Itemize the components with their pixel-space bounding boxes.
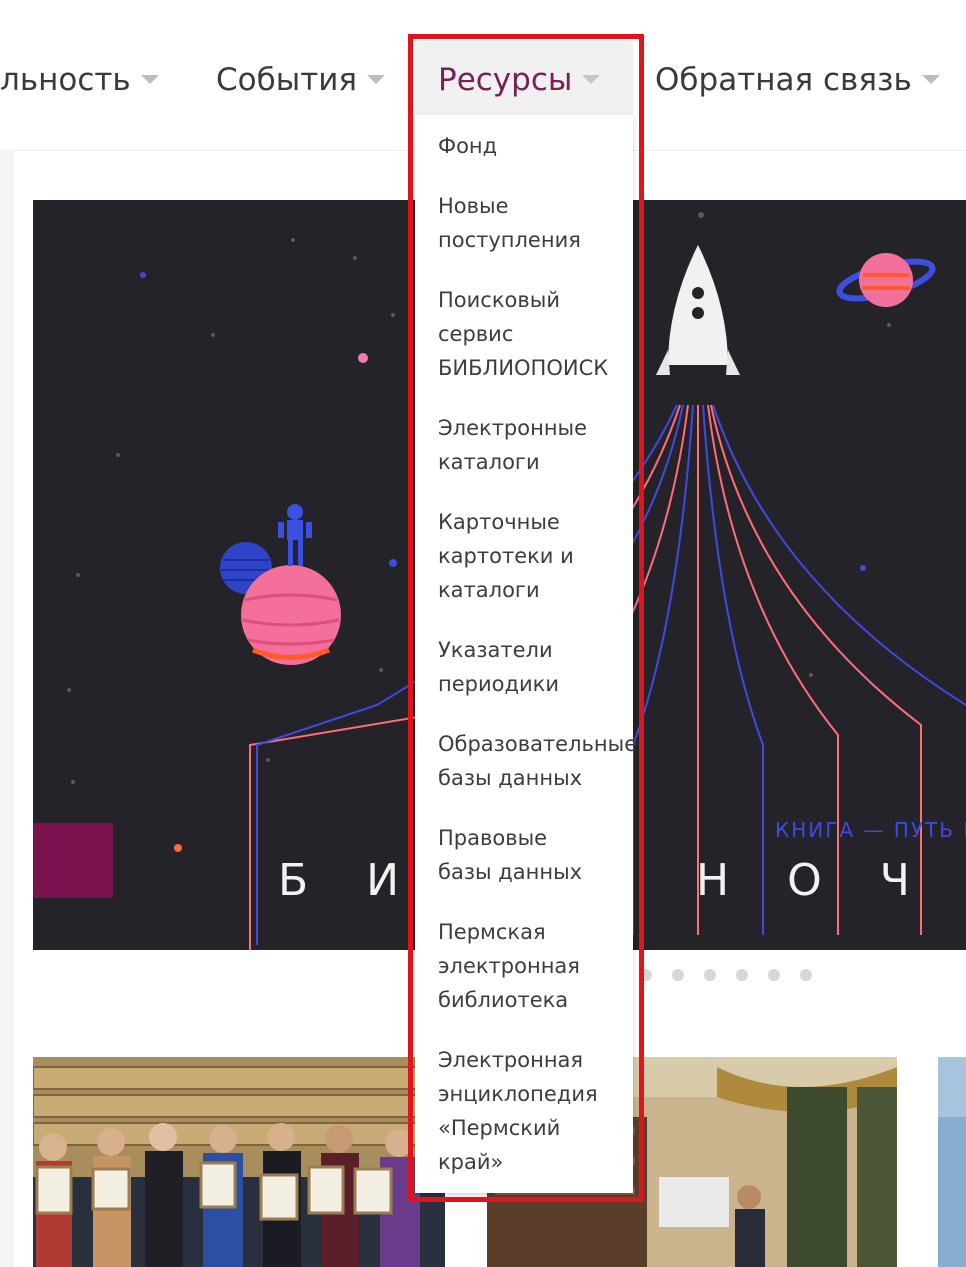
nav-item-resources[interactable]: Ресурсы (438, 56, 601, 100)
slider-dot[interactable] (800, 969, 812, 981)
hero-title-left: Б И (278, 855, 422, 906)
chevron-down-icon (921, 75, 940, 84)
hero-title-right: Н О Ч Ь 2 (696, 855, 966, 906)
dropdown-item-fond[interactable]: Фонд (438, 129, 633, 163)
dropdown-item-legal-databases[interactable]: Правовые базы данных (438, 821, 633, 889)
nav-item-activity[interactable]: льность (0, 56, 159, 100)
news-card-photo[interactable] (33, 1057, 445, 1267)
resources-dropdown-menu: Фонд Новые поступления Поисковый сервис … (415, 115, 637, 1193)
dropdown-item-educational-databases[interactable]: Образовательные базы данных (438, 727, 637, 795)
hero-accent-block (33, 823, 113, 898)
chevron-down-icon (582, 75, 601, 84)
nav-item-label: Ресурсы (438, 61, 573, 98)
dropdown-item-card-catalogs[interactable]: Карточные картотеки и каталоги (438, 505, 633, 607)
hero-title-word: Н О Ч Ь (696, 855, 966, 906)
nav-item-events[interactable]: События (216, 56, 386, 100)
chevron-down-icon (140, 75, 159, 84)
slider-pagination (640, 966, 832, 986)
slider-dot[interactable] (736, 969, 748, 981)
news-card-photo[interactable] (938, 1057, 966, 1267)
nav-item-label: События (216, 61, 358, 98)
hero-tagline: КНИГА — ПУТЬ К (775, 818, 966, 842)
dropdown-item-new-arrivals[interactable]: Новые поступления (438, 189, 633, 257)
nav-item-label: льность (0, 61, 131, 98)
dropdown-item-periodical-indexes[interactable]: Указатели периодики (438, 633, 633, 701)
nav-item-feedback[interactable]: Обратная связь (655, 56, 940, 100)
dropdown-item-perm-e-library[interactable]: Пермская электронная библиотека (438, 915, 633, 1017)
slider-dot[interactable] (640, 969, 652, 981)
slider-dot[interactable] (672, 969, 684, 981)
page-left-edge (0, 0, 14, 1267)
hero-title: Б И Н О Ч Ь 2 (278, 855, 966, 906)
nav-item-label: Обратная связь (655, 61, 912, 98)
slider-dot[interactable] (768, 969, 780, 981)
dropdown-item-electronic-catalogs[interactable]: Электронные каталоги (438, 411, 633, 479)
dropdown-item-perm-encyclopedia[interactable]: Электронная энциклопедия «Пермский край» (438, 1043, 633, 1179)
group-photo-image (33, 1057, 445, 1267)
chevron-down-icon (367, 75, 386, 84)
news-card-image (938, 1057, 966, 1267)
dropdown-item-bibliopoisk[interactable]: Поисковый сервис БИБЛИОПОИСК (438, 283, 633, 385)
dropdown-list: Фонд Новые поступления Поисковый сервис … (415, 115, 637, 1179)
slider-dot[interactable] (704, 969, 716, 981)
